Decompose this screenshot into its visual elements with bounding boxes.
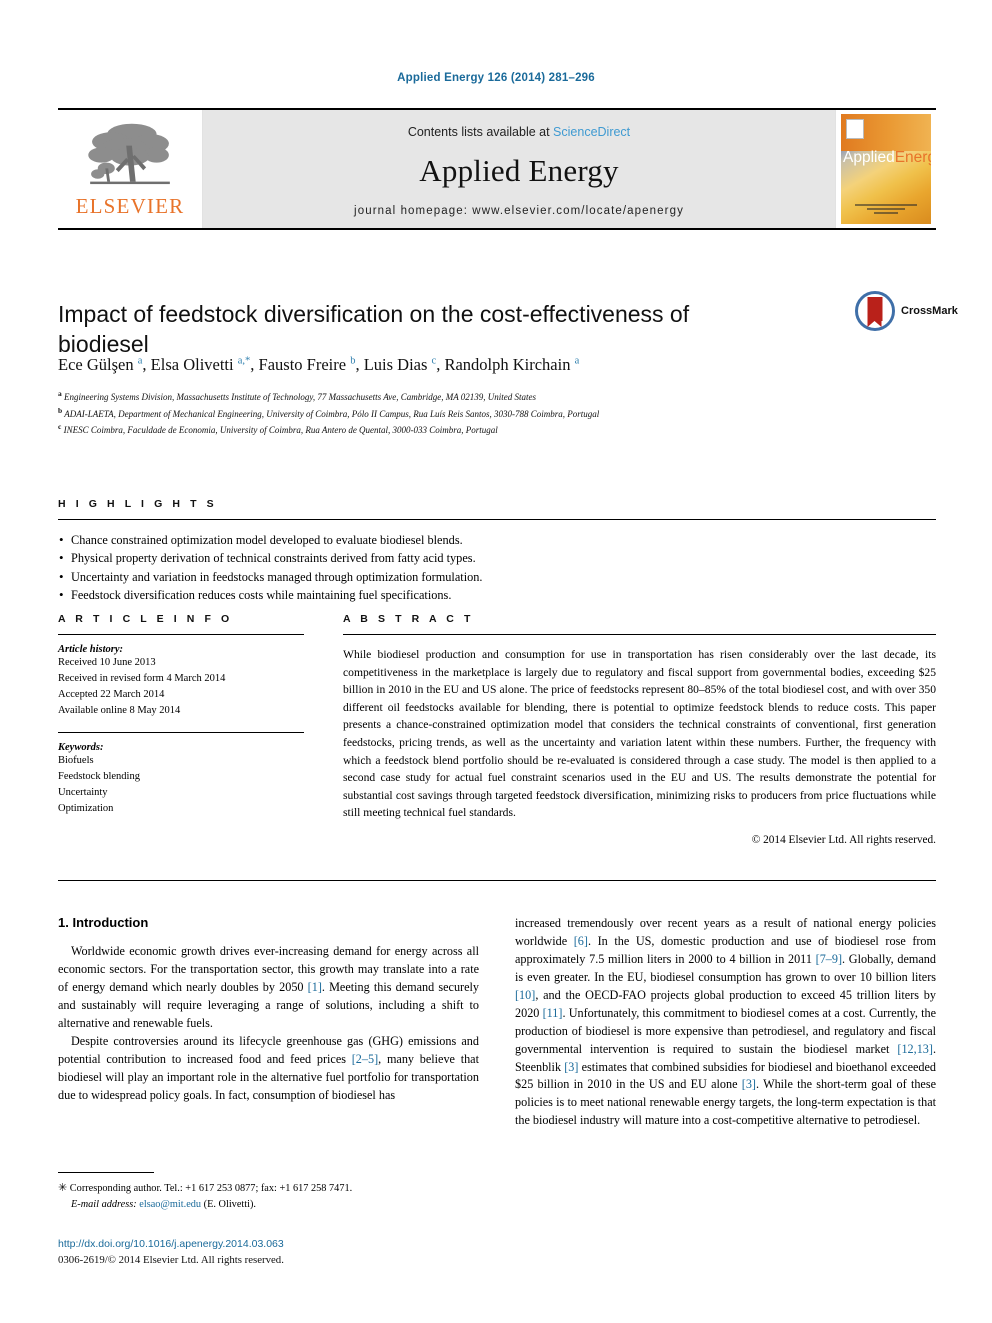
- article-history-online: Available online 8 May 2014: [58, 704, 181, 716]
- keyword-item: Biofuels: [58, 754, 94, 766]
- highlights-list: Chance constrained optimization model de…: [58, 530, 936, 605]
- email-link[interactable]: elsao@mit.edu: [139, 1199, 201, 1210]
- abstract-copyright: © 2014 Elsevier Ltd. All rights reserved…: [751, 834, 936, 847]
- citation-ref[interactable]: [7–9]: [816, 952, 842, 966]
- email-owner: (E. Olivetti).: [203, 1198, 256, 1210]
- crossmark-label: CrossMark: [901, 305, 958, 317]
- article-history-accepted: Accepted 22 March 2014: [58, 688, 165, 700]
- body-divider: [58, 880, 936, 881]
- affiliation-text: ADAI-LAETA, Department of Mechanical Eng…: [64, 408, 600, 419]
- highlights-divider: [58, 519, 936, 520]
- affiliation-mark: a: [58, 389, 62, 398]
- asterisk-icon: ✳: [58, 1182, 68, 1194]
- email-label: E-mail address:: [71, 1198, 137, 1210]
- citation-ref[interactable]: [2–5]: [352, 1052, 378, 1066]
- paragraph: Worldwide economic growth drives ever-in…: [58, 944, 479, 1030]
- highlights-section: H I G H L I G H T S Chance constrained o…: [58, 498, 936, 605]
- abstract-divider: [343, 634, 936, 635]
- sciencedirect-link[interactable]: ScienceDirect: [553, 125, 630, 139]
- journal-title: Applied Energy: [419, 153, 619, 188]
- affiliation-item: a Engineering Systems Division, Massachu…: [58, 388, 918, 405]
- affiliation-item: b ADAI-LAETA, Department of Mechanical E…: [58, 405, 918, 422]
- keyword-item: Feedstock blending: [58, 770, 140, 782]
- citation-ref[interactable]: [11]: [543, 1006, 563, 1020]
- footnote-divider: [58, 1172, 154, 1173]
- highlights-heading: H I G H L I G H T S: [58, 498, 218, 510]
- highlight-text: Uncertainty and variation in feedstocks …: [71, 569, 483, 584]
- affiliation-text: INESC Coimbra, Faculdade de Economia, Un…: [63, 425, 498, 436]
- crossmark-badge[interactable]: CrossMark: [855, 288, 958, 334]
- contents-available-line: Contents lists available at ScienceDirec…: [408, 125, 630, 139]
- journal-homepage-link[interactable]: journal homepage: www.elsevier.com/locat…: [354, 205, 684, 217]
- highlight-text: Feedstock diversification reduces costs …: [71, 588, 452, 603]
- keywords-divider: [58, 731, 304, 733]
- citation-ref[interactable]: [12,13]: [897, 1042, 933, 1056]
- citation-ref[interactable]: [3]: [742, 1077, 756, 1091]
- crossmark-icon: [855, 291, 895, 331]
- elsevier-wordmark: ELSEVIER: [75, 194, 185, 218]
- article-info-divider: [58, 634, 304, 635]
- citation-ref[interactable]: [1]: [308, 980, 322, 994]
- page-title: Impact of feedstock diversification on t…: [58, 301, 690, 358]
- section-heading-introduction: 1. Introduction: [58, 915, 149, 930]
- keyword-item: Optimization: [58, 802, 114, 814]
- cover-emblem-icon: [846, 119, 864, 139]
- elsevier-logo: ELSEVIER: [58, 110, 203, 228]
- doi-link[interactable]: http://dx.doi.org/10.1016/j.apenergy.201…: [58, 1238, 558, 1250]
- masthead-center: Contents lists available at ScienceDirec…: [203, 110, 835, 228]
- elsevier-tree-icon: [82, 119, 178, 193]
- corresponding-author-note: ✳ Corresponding author. Tel.: +1 617 253…: [58, 1180, 478, 1197]
- footnote-block: ✳ Corresponding author. Tel.: +1 617 253…: [58, 1180, 478, 1212]
- paper-page: Applied Energy 126 (2014) 281–296 ELSEVI…: [0, 0, 992, 1323]
- cover-footer-bars: [855, 204, 917, 214]
- author-list: Ece Gülşen a, Elsa Olivetti a,*, Fausto …: [58, 355, 898, 375]
- running-head: Applied Energy 126 (2014) 281–296: [397, 72, 595, 84]
- right-column: increased tremendously over recent years…: [515, 915, 936, 1130]
- abstract-section: A B S T R A C T While biodiesel producti…: [343, 613, 936, 846]
- highlight-text: Chance constrained optimization model de…: [71, 533, 463, 547]
- journal-cover-thumbnail: AppliedEnergy: [835, 110, 936, 228]
- article-history-revised: Received in revised form 4 March 2014: [58, 672, 226, 684]
- article-info-section: A R T I C L E I N F O Article history: R…: [58, 613, 304, 817]
- article-info-heading: A R T I C L E I N F O: [58, 613, 233, 625]
- paragraph: increased tremendously over recent years…: [515, 916, 937, 1128]
- citation-ref[interactable]: [10]: [515, 988, 535, 1002]
- affiliation-mark: c: [58, 422, 62, 432]
- authors-text: Ece Gülşen a, Elsa Olivetti a,*, Fausto …: [58, 355, 580, 374]
- email-note: E-mail address: elsao@mit.edu (E. Olivet…: [71, 1197, 478, 1212]
- cover-title: AppliedEnergy: [843, 149, 931, 167]
- corresponding-author-text: Corresponding author. Tel.: +1 617 253 0…: [69, 1183, 353, 1194]
- list-item: Uncertainty and variation in feedstocks …: [58, 567, 936, 587]
- affiliation-item: c INESC Coimbra, Faculdade de Economia, …: [58, 421, 918, 438]
- citation-ref[interactable]: [6]: [574, 934, 588, 948]
- list-item: Physical property derivation of technica…: [58, 548, 936, 568]
- article-history-received: Received 10 June 2013: [58, 657, 156, 668]
- journal-masthead: ELSEVIER Contents lists available at Sci…: [58, 108, 936, 230]
- list-item: Chance constrained optimization model de…: [58, 530, 936, 550]
- affiliation-list: a Engineering Systems Division, Massachu…: [58, 388, 918, 438]
- cover-title-energy: Energy: [894, 149, 931, 167]
- keyword-item: Uncertainty: [58, 786, 108, 798]
- keywords-label: Keywords:: [58, 741, 104, 753]
- contents-prefix: Contents lists available at: [407, 125, 554, 139]
- cover-title-applied: Applied: [843, 149, 895, 167]
- body-columns: 1. Introduction Worldwide economic growt…: [58, 915, 936, 1130]
- abstract-heading: A B S T R A C T: [343, 613, 474, 625]
- affiliation-text: Engineering Systems Division, Massachuse…: [64, 392, 537, 402]
- paragraph: Despite controversies around its lifecyc…: [58, 1033, 479, 1102]
- issn-copyright-line: 0306-2619/© 2014 Elsevier Ltd. All right…: [58, 1254, 284, 1266]
- list-item: Feedstock diversification reduces costs …: [58, 585, 936, 605]
- affiliation-mark: b: [58, 405, 63, 415]
- highlight-text: Physical property derivation of technica…: [71, 551, 476, 566]
- left-column: 1. Introduction Worldwide economic growt…: [58, 915, 479, 1130]
- abstract-text: While biodiesel production and consumpti…: [343, 648, 936, 820]
- article-history-label: Article history:: [58, 644, 124, 655]
- citation-ref[interactable]: [3]: [564, 1060, 578, 1074]
